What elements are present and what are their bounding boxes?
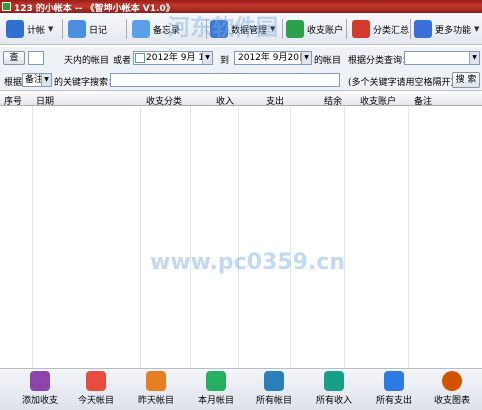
column-divider [344, 106, 345, 368]
days-input[interactable] [28, 51, 44, 65]
column-divider [238, 106, 239, 368]
more-functions-icon [414, 20, 432, 38]
toolbar-label: 数据管理 [231, 25, 268, 36]
column-divider [140, 106, 141, 368]
all-expense-button[interactable]: 所有支出 [366, 371, 422, 410]
add-entry-button[interactable]: 添加收支 [12, 371, 68, 410]
category-select[interactable]: ▼ [404, 51, 480, 65]
this-month-entries-button[interactable]: 本月帐目 [188, 371, 244, 410]
table-body[interactable] [0, 106, 482, 368]
today-icon [86, 371, 106, 391]
date-filter-row: 查 天内的帐目 或者 2012年 9月 1日 ▼ 到 2012年 9月20日 ▼… [0, 47, 482, 69]
chevron-down-icon: ▼ [474, 25, 480, 33]
memo-icon [132, 20, 150, 38]
chevron-down-icon: ▼ [48, 25, 54, 33]
toolbar-separator [206, 19, 207, 39]
chevron-down-icon: ▼ [41, 74, 51, 86]
chevron-down-icon: ▼ [301, 52, 311, 64]
toolbar-calculate-button[interactable]: 计帐 ▼ [6, 18, 53, 40]
all-expense-icon [384, 371, 404, 391]
toolbar-more-button[interactable]: 更多功能 ▼ [414, 18, 479, 40]
toolbar-label: 收支账户 [307, 25, 344, 36]
chart-button[interactable]: 收支图表 [424, 371, 480, 410]
days-label: 天内的帐目 [64, 56, 110, 66]
range-label: 或者 [113, 56, 132, 66]
toolbar-separator [346, 19, 347, 39]
bottom-label: 所有帐目 [255, 396, 292, 406]
chevron-down-icon: ▼ [270, 25, 276, 33]
search-by-label: 根据 [4, 78, 23, 88]
end-date-picker[interactable]: 2012年 9月20日 ▼ [234, 51, 312, 65]
category-summary-icon [352, 20, 370, 38]
all-entries-icon [264, 371, 284, 391]
accounts-suffix-label: 的帐目 [314, 56, 342, 66]
table-header: 序号 日期 收支分类 收入 支出 结余 收支账户 备注 [0, 92, 482, 107]
bottom-label: 添加收支 [21, 396, 58, 406]
this-month-icon [206, 371, 226, 391]
column-divider [32, 106, 33, 368]
yesterday-icon [146, 371, 166, 391]
yesterday-entries-button[interactable]: 昨天帐目 [128, 371, 184, 410]
bottom-label: 本月帐目 [197, 396, 234, 406]
toolbar-separator [126, 19, 127, 39]
column-divider [190, 106, 191, 368]
chevron-down-icon: ▼ [469, 52, 479, 64]
all-income-button[interactable]: 所有收入 [306, 371, 362, 410]
chevron-down-icon: ▼ [202, 52, 212, 64]
query-button[interactable]: 查 [3, 51, 25, 65]
title-bar[interactable]: 123 的小帐本 -- 《智坤小帐本 V1.0》 [0, 0, 482, 14]
column-divider [290, 106, 291, 368]
toolbar-label: 分类汇总 [373, 25, 410, 36]
chart-icon [442, 371, 462, 391]
to-label: 到 [220, 56, 230, 66]
bottom-label: 所有收入 [315, 396, 352, 406]
bottom-label: 昨天帐目 [137, 396, 174, 406]
data-management-icon [210, 20, 228, 38]
bottom-label: 收支图表 [433, 396, 470, 406]
all-income-icon [324, 371, 344, 391]
toolbar-diary-button[interactable]: 日记 [68, 18, 107, 40]
start-date-picker[interactable]: 2012年 9月 1日 ▼ [133, 51, 213, 65]
toolbar-label: 计帐 [27, 25, 46, 36]
all-entries-button[interactable]: 所有帐目 [246, 371, 302, 410]
toolbar-label: 日记 [89, 25, 108, 36]
toolbar-separator [282, 19, 283, 39]
toolbar-label: 备忘录 [153, 25, 181, 36]
search-field-select[interactable]: 备注 ▼ [22, 73, 52, 87]
end-date-value: 2012年 9月20日 [238, 53, 308, 63]
search-button[interactable]: 搜 索 [452, 72, 480, 88]
calculator-icon [6, 20, 24, 38]
diary-icon [68, 20, 86, 38]
bottom-toolbar: 添加收支 今天帐目 昨天帐目 本月帐目 所有帐目 所有收入 所有支出 收支图表 [0, 368, 482, 410]
column-divider [408, 106, 409, 368]
toolbar-category-summary-button[interactable]: 分类汇总 [352, 18, 409, 40]
toolbar-accounts-button[interactable]: 收支账户 [286, 18, 343, 40]
app-icon [2, 2, 11, 11]
toolbar: 计帐 ▼ 日记 备忘录 数据管理 ▼ 收支账户 分类汇总 更多功能 ▼ [0, 13, 482, 45]
today-entries-button[interactable]: 今天帐目 [68, 371, 124, 410]
account-icon [286, 20, 304, 38]
bottom-label: 今天帐目 [77, 396, 114, 406]
start-date-checkbox[interactable] [135, 53, 145, 63]
keyword-search-row: 根据 备注 ▼ 的关键字搜索： (多个关键字请用空格隔开) 搜 索 [0, 69, 482, 91]
category-query-label: 根据分类查询： [348, 56, 412, 66]
toolbar-separator [62, 19, 63, 39]
toolbar-data-management-button[interactable]: 数据管理 ▼ [210, 18, 275, 40]
keyword-input[interactable] [110, 73, 340, 87]
bottom-label: 所有支出 [375, 396, 412, 406]
add-entry-icon [30, 371, 50, 391]
keyword-label: 的关键字搜索： [54, 78, 118, 88]
toolbar-label: 更多功能 [435, 25, 472, 36]
toolbar-separator [410, 19, 411, 39]
toolbar-memo-button[interactable]: 备忘录 [132, 18, 180, 40]
keyword-hint: (多个关键字请用空格隔开) [348, 78, 455, 88]
